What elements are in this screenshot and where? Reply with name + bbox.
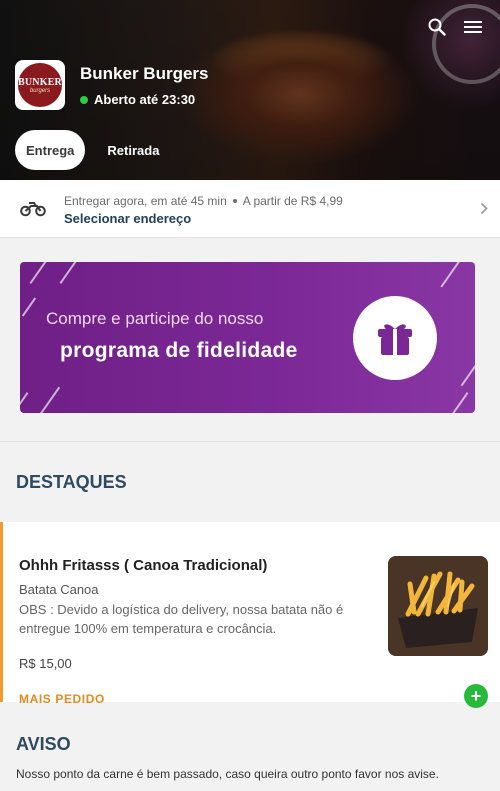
logo-text: BUNKER bbox=[18, 76, 62, 88]
gift-icon bbox=[353, 296, 437, 380]
separator-dot bbox=[232, 199, 237, 203]
banner-line-1: Compre e participe do nosso bbox=[46, 309, 264, 328]
header-actions bbox=[426, 16, 484, 38]
add-product-button[interactable]: + bbox=[464, 684, 488, 708]
search-icon[interactable] bbox=[426, 16, 448, 38]
product-card[interactable]: Ohhh Fritasss ( Canoa Tradicional) Batat… bbox=[0, 522, 500, 708]
order-type-tabs: Entrega Retirada bbox=[15, 130, 161, 170]
product-image bbox=[388, 556, 488, 656]
product-subtitle: Batata Canoa bbox=[19, 582, 99, 597]
store-name: Bunker Burgers bbox=[80, 64, 209, 83]
product-description: OBS : Devido a logística do delivery, no… bbox=[19, 602, 344, 636]
store-logo: BUNKER burgers bbox=[15, 60, 65, 110]
promo-section: Compre e participe do nosso programa de … bbox=[0, 238, 500, 442]
address-selector[interactable]: Entregar agora, em até 45 min A partir d… bbox=[0, 180, 500, 238]
product-price: R$ 15,00 bbox=[19, 656, 72, 671]
tab-pickup[interactable]: Retirada bbox=[105, 130, 161, 170]
store-header: BUNKER burgers Bunker Burgers Aberto até… bbox=[0, 0, 500, 180]
product-tag: MAIS PEDIDO bbox=[19, 692, 105, 706]
product-name: Ohhh Fritasss ( Canoa Tradicional) bbox=[19, 557, 268, 574]
notice-text: Nosso ponto da carne é bem passado, caso… bbox=[16, 767, 439, 781]
banner-line-2: programa de fidelidade bbox=[60, 339, 298, 362]
min-price-text: A partir de R$ 4,99 bbox=[242, 194, 343, 208]
open-status-dot-icon bbox=[80, 95, 88, 104]
menu-icon[interactable] bbox=[462, 16, 484, 38]
select-address-label: Selecionar endereço bbox=[64, 211, 192, 226]
motorcycle-icon bbox=[20, 199, 46, 222]
store-status-text: Aberto até 23:30 bbox=[94, 92, 196, 107]
highlights-title: DESTAQUES bbox=[16, 472, 127, 492]
logo-subtext: burgers bbox=[29, 87, 51, 94]
notice-title: AVISO bbox=[16, 734, 71, 754]
delivery-time-text: Entregar agora, em até 45 min bbox=[64, 194, 227, 208]
chevron-right-icon bbox=[480, 202, 488, 220]
tab-delivery[interactable]: Entrega bbox=[15, 130, 86, 170]
store-status: Aberto até 23:30 bbox=[80, 92, 195, 107]
loyalty-banner[interactable]: Compre e participe do nosso programa de … bbox=[20, 262, 475, 413]
